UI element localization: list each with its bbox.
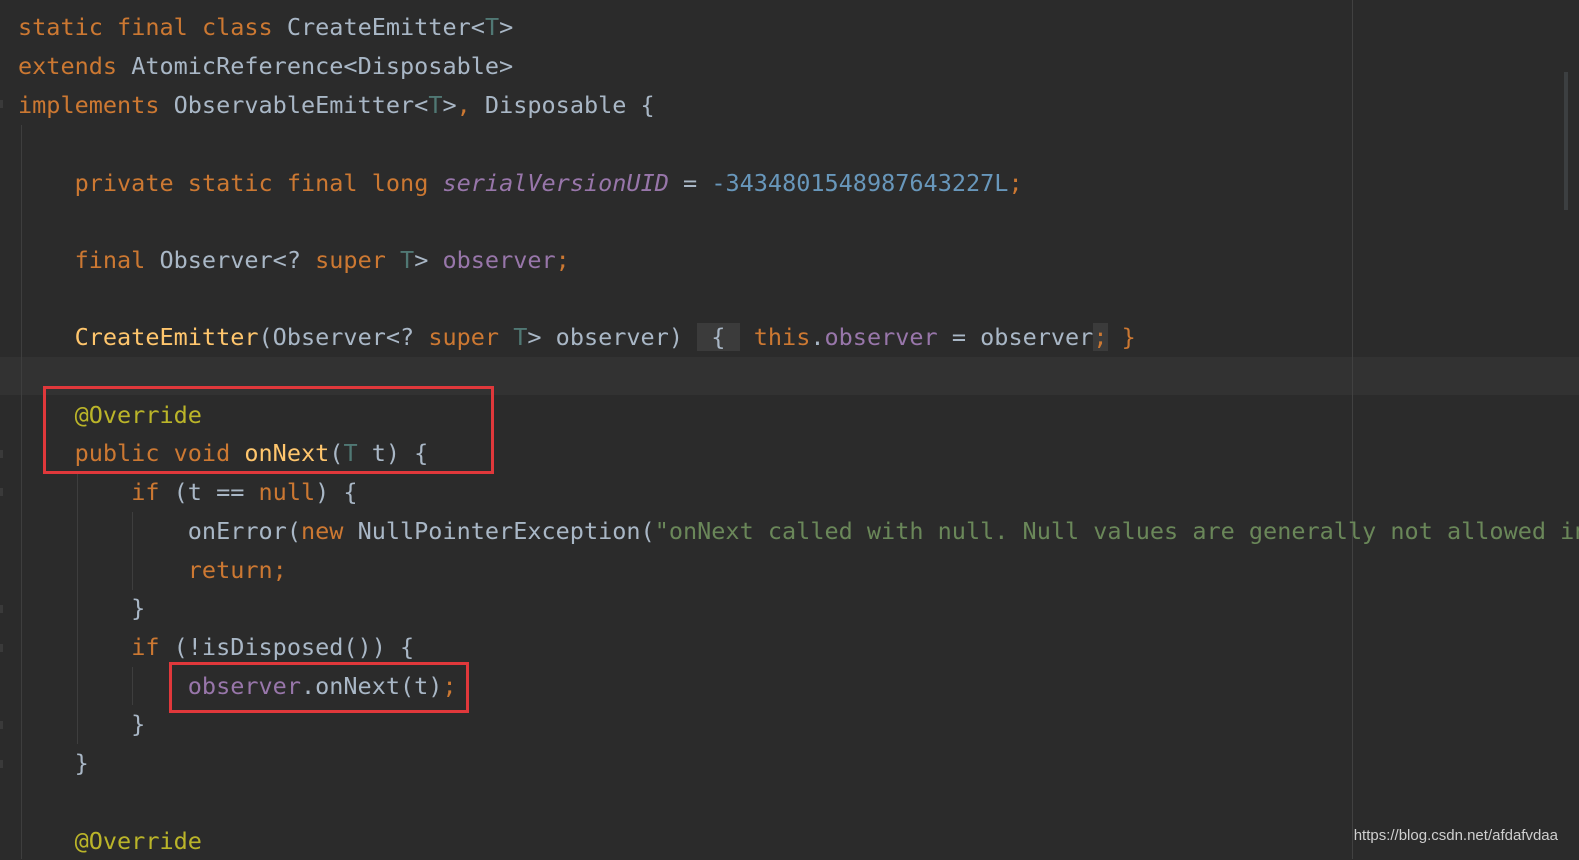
code-line[interactable]: @Override — [18, 822, 202, 860]
fold-marker[interactable] — [0, 605, 3, 613]
code-line[interactable]: extends AtomicReference<Disposable> — [18, 47, 513, 85]
code-line[interactable]: private static final long serialVersionU… — [18, 164, 1023, 202]
watermark: https://blog.csdn.net/afdafvdaa — [1353, 827, 1558, 844]
code-line[interactable]: static final class CreateEmitter<T> — [18, 8, 513, 46]
code-line[interactable]: } — [18, 744, 89, 782]
fold-marker[interactable] — [0, 644, 3, 652]
code-line[interactable]: } — [18, 705, 145, 743]
fold-marker[interactable] — [0, 760, 3, 768]
fold-marker[interactable] — [0, 488, 3, 496]
right-margin-guide — [1352, 0, 1353, 859]
code-line[interactable]: CreateEmitter(Observer<? super T> observ… — [18, 318, 1150, 356]
fold-marker[interactable] — [0, 450, 3, 458]
observer-onnext-call-highlight-box — [169, 662, 469, 713]
onnext-override-highlight-box — [43, 386, 494, 474]
code-line[interactable]: onError(new NullPointerException("onNext… — [18, 512, 1579, 550]
scrollbar-thumb[interactable] — [1564, 72, 1568, 210]
code-editor[interactable]: static final class CreateEmitter<T> exte… — [0, 0, 1579, 859]
fold-marker[interactable] — [0, 721, 3, 729]
code-line[interactable]: implements ObservableEmitter<T>, Disposa… — [18, 86, 655, 124]
code-line[interactable]: if (!isDisposed()) { — [18, 628, 414, 666]
code-line[interactable]: } — [18, 589, 145, 627]
code-line[interactable]: return; — [18, 551, 287, 589]
code-line[interactable]: if (t == null) { — [18, 473, 357, 511]
code-line[interactable]: final Observer<? super T> observer; — [18, 241, 570, 279]
fold-marker[interactable] — [0, 100, 3, 108]
